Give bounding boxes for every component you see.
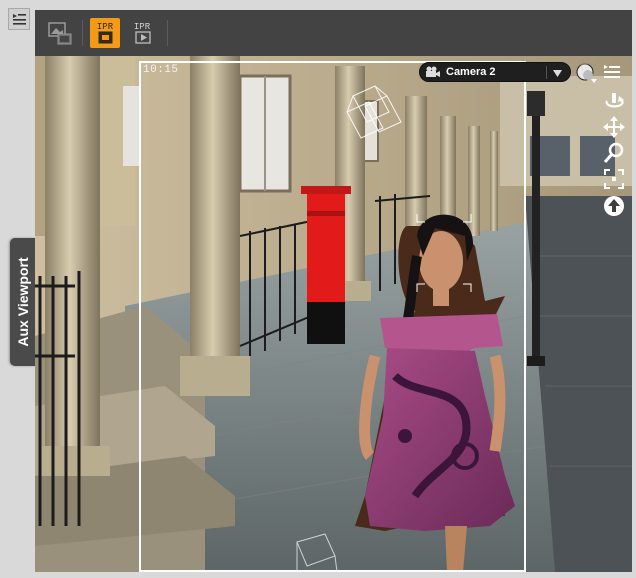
aux-viewport-tab[interactable]: Aux Viewport	[10, 238, 36, 366]
ipr-playback-button[interactable]: IPR	[129, 18, 159, 48]
aux-viewport-pane: IPR IPR 10:15 Camera 2	[35, 10, 632, 572]
render-snapshot-button[interactable]	[45, 18, 75, 48]
pane-menu-icon[interactable]	[8, 8, 30, 30]
zoom-icon[interactable]	[603, 142, 625, 164]
camera-select[interactable]: Camera 2	[419, 62, 571, 82]
pan-icon[interactable]	[603, 116, 625, 138]
aux-viewport-tab-label: Aux Viewport	[15, 257, 31, 347]
draw-style-icon[interactable]	[575, 62, 599, 84]
options-menu-icon[interactable]	[603, 64, 621, 80]
dropdown-arrow-icon	[553, 70, 562, 77]
svg-text:IPR: IPR	[134, 22, 151, 32]
ipr-button[interactable]: IPR	[90, 18, 120, 48]
render-icon	[48, 22, 72, 45]
camera-select-label: Camera 2	[446, 66, 496, 78]
orbit-icon[interactable]	[603, 90, 625, 112]
viewport-toolbar: IPR IPR	[35, 10, 632, 56]
timecode-readout: 10:15	[143, 64, 179, 76]
ipr-icon: IPR	[97, 22, 114, 44]
viewport-3d[interactable]: 10:15 Camera 2	[35, 56, 632, 572]
ipr-play-icon: IPR	[134, 22, 151, 44]
reset-icon[interactable]	[603, 195, 625, 217]
svg-text:IPR: IPR	[97, 22, 114, 32]
frame-icon[interactable]	[603, 168, 625, 190]
viewport-overlay: 10:15 Camera 2	[35, 56, 632, 572]
camera-icon	[426, 66, 440, 77]
